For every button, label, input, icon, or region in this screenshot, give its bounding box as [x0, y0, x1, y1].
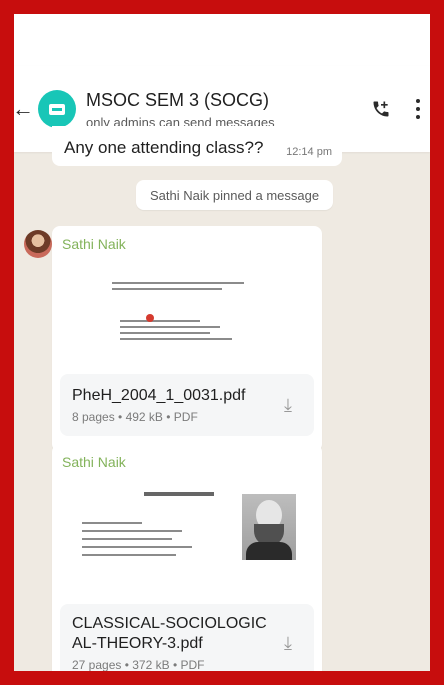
- file-meta: 27 pages • 372 kB • PDF: [72, 658, 205, 671]
- sender-name: Sathi Naik: [62, 236, 126, 252]
- file-info[interactable]: CLASSICAL-SOCIOLOGIC AL-THEORY-3.pdf 27 …: [60, 604, 314, 671]
- file-meta: 8 pages • 492 kB • PDF: [72, 410, 198, 424]
- preview-line: [82, 538, 172, 540]
- phone-add-icon: [373, 101, 389, 117]
- preview-line: [82, 554, 176, 556]
- file-name-line-2: AL-THEORY-3.pdf: [72, 635, 203, 652]
- download-icon: ⤓: [284, 632, 292, 653]
- system-note: Sathi Naik pinned a message: [136, 180, 334, 210]
- file-info[interactable]: PheH_2004_1_0031.pdf 8 pages • 492 kB • …: [60, 374, 314, 436]
- portrait-image: [242, 494, 296, 560]
- group-title: MSOC SEM 3 (SOCG): [86, 89, 270, 110]
- preview-line: [112, 288, 222, 290]
- status-bar: [14, 14, 430, 66]
- portrait-coat: [246, 542, 292, 560]
- message-time: 12:14 pm: [286, 146, 332, 158]
- file-text: PheH_2004_1_0031.pdf 8 pages • 492 kB • …: [72, 386, 274, 424]
- document-message[interactable]: Sathi Naik CLASSICAL-SOCIOLOGIC AL-THEOR…: [52, 444, 322, 671]
- sender-avatar[interactable]: [24, 230, 52, 258]
- download-button[interactable]: ⤓: [274, 629, 302, 657]
- download-button[interactable]: ⤓: [274, 391, 302, 419]
- back-arrow-icon[interactable]: ←: [14, 89, 36, 129]
- chat-screen: ← MSOC SEM 3 (SOCG) only admins can send…: [14, 14, 430, 671]
- more-options-button[interactable]: [410, 92, 426, 126]
- document-message[interactable]: Sathi Naik PheH_2004_1_0031.pdf 8 pages …: [52, 226, 322, 452]
- preview-line: [112, 282, 244, 284]
- header-titles[interactable]: MSOC SEM 3 (SOCG) only admins can send m…: [86, 89, 364, 130]
- preview-title: [144, 492, 214, 496]
- more-dot: [416, 115, 420, 119]
- download-icon: ⤓: [284, 394, 292, 415]
- preview-line: [120, 326, 220, 328]
- preview-line: [82, 530, 182, 532]
- file-name: PheH_2004_1_0031.pdf: [72, 387, 246, 404]
- preview-line: [82, 546, 192, 548]
- file-name-line-1: CLASSICAL-SOCIOLOGIC: [72, 615, 267, 632]
- file-text: CLASSICAL-SOCIOLOGIC AL-THEORY-3.pdf 27 …: [72, 614, 274, 671]
- message-bubble[interactable]: Any one attending class?? 12:14 pm: [52, 126, 342, 166]
- more-dot: [416, 99, 420, 103]
- preview-line: [82, 522, 142, 524]
- sender-name: Sathi Naik: [62, 454, 126, 470]
- more-dot: [416, 107, 420, 111]
- preview-mark: [146, 314, 154, 322]
- group-avatar[interactable]: [38, 90, 76, 128]
- add-call-button[interactable]: [364, 92, 398, 126]
- document-preview[interactable]: [60, 262, 314, 366]
- preview-line: [120, 320, 200, 322]
- preview-line: [120, 332, 210, 334]
- document-preview[interactable]: [60, 480, 314, 596]
- group-avatar-icon: [49, 103, 65, 115]
- preview-line: [120, 338, 232, 340]
- message-text: Any one attending class??: [64, 138, 264, 157]
